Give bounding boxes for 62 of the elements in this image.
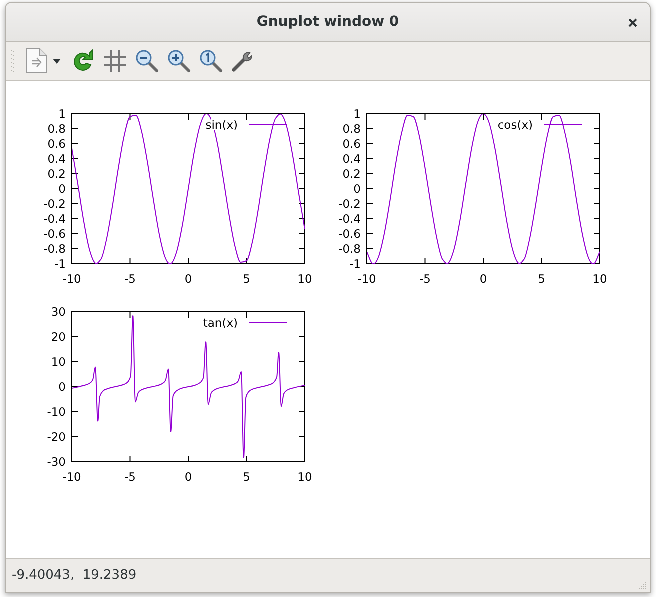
document-icon	[25, 48, 49, 74]
tick-label: 0.6	[48, 137, 66, 151]
tick-label: 0	[58, 182, 66, 196]
close-button[interactable]	[626, 16, 640, 30]
wrench-icon	[231, 49, 255, 73]
tick-label: 0.4	[342, 152, 361, 166]
tick-label: -0.8	[338, 242, 361, 256]
tick-label: -0.2	[338, 197, 361, 211]
zoom-out-icon	[135, 49, 159, 73]
tick-label: -1	[350, 257, 361, 271]
tick-label: -5	[420, 272, 431, 286]
tick-label: 0	[354, 182, 361, 196]
tick-label: -30	[47, 455, 66, 469]
tick-label: 20	[51, 330, 66, 344]
tick-label: 0.6	[342, 137, 361, 151]
window-title: Gnuplot window 0	[256, 14, 400, 30]
tick-label: 10	[51, 355, 66, 369]
tick-label: -0.2	[44, 197, 66, 211]
tick-label: 0	[184, 470, 192, 484]
tick-label: 0	[480, 272, 488, 286]
tick-label: 0.8	[342, 122, 361, 136]
status-text: -9.40043, 19.2389	[12, 568, 137, 583]
tick-label: 30	[51, 305, 66, 319]
tick-label: -10	[62, 272, 82, 286]
tick-label: -0.6	[44, 227, 66, 241]
grid-icon	[103, 49, 127, 73]
legend-label: tan(x)	[203, 316, 238, 330]
tick-label: -0.4	[44, 212, 66, 226]
tick-label: -0.8	[44, 242, 66, 256]
tick-label: 5	[538, 272, 546, 286]
tick-label: -0.6	[338, 227, 361, 241]
export-button[interactable]	[25, 46, 63, 76]
zoom-reset-icon	[199, 49, 223, 73]
tick-label: -5	[124, 272, 136, 286]
legend-line	[248, 322, 288, 324]
legend-line	[544, 124, 582, 126]
caret-icon	[53, 58, 61, 64]
tick-label: -10	[62, 470, 82, 484]
tick-label: -10	[47, 405, 66, 419]
tick-label: -10	[358, 272, 376, 286]
legend-line	[248, 124, 288, 126]
tick-label: 0.4	[48, 152, 66, 166]
refresh-icon	[71, 49, 95, 73]
close-icon	[628, 18, 638, 28]
tick-label: -0.4	[338, 212, 361, 226]
legend-label: cos(x)	[498, 118, 533, 132]
tick-label: 10	[298, 272, 312, 286]
tick-label: 5	[243, 470, 250, 484]
tick-label: 5	[243, 272, 250, 286]
tick-label: 0	[58, 380, 66, 394]
tick-label: 1	[354, 107, 361, 121]
zoom-in-icon	[167, 49, 191, 73]
tick-label: 0.8	[48, 122, 66, 136]
tick-label: 10	[592, 272, 608, 286]
tick-label: 0.2	[342, 167, 361, 181]
tick-label: -1	[54, 257, 66, 271]
tick-label: 0.2	[48, 167, 66, 181]
tick-label: 10	[298, 470, 312, 484]
tick-label: 1	[58, 107, 66, 121]
tick-label: -20	[47, 430, 66, 444]
tick-label: 0	[184, 272, 192, 286]
tick-label: -5	[124, 470, 136, 484]
